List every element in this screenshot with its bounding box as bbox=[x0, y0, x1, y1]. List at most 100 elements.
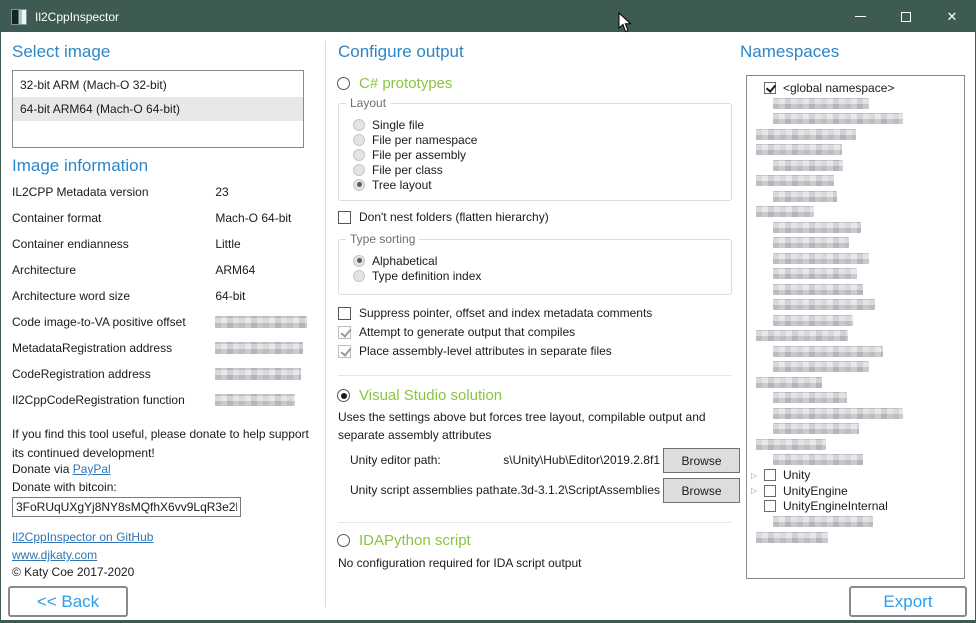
namespace-item[interactable] bbox=[751, 421, 964, 437]
namespace-checkbox[interactable] bbox=[764, 82, 776, 94]
type-sorting-radio[interactable] bbox=[353, 270, 365, 282]
redacted-namespace bbox=[756, 175, 834, 186]
info-label: Il2CppCodeRegistration function bbox=[12, 393, 212, 407]
option-idapython[interactable]: IDAPython script bbox=[337, 532, 471, 549]
layout-option[interactable]: Tree layout bbox=[353, 177, 731, 192]
github-link[interactable]: Il2CppInspector on GitHub bbox=[12, 530, 153, 544]
namespace-item[interactable] bbox=[751, 328, 964, 344]
layout-option[interactable]: Single file bbox=[353, 117, 731, 132]
layout-group-label: Layout bbox=[346, 96, 390, 110]
namespace-item[interactable] bbox=[751, 282, 964, 298]
namespace-checkbox[interactable] bbox=[764, 500, 776, 512]
namespace-item[interactable] bbox=[751, 251, 964, 267]
script-assemblies-browse-button[interactable]: Browse bbox=[663, 478, 740, 503]
type-sorting-options: Alphabetical Type definition index bbox=[339, 240, 731, 283]
namespace-item[interactable] bbox=[751, 359, 964, 375]
namespace-item[interactable] bbox=[751, 189, 964, 205]
app-window: Il2CppInspector Select image 32-bit ARM … bbox=[0, 0, 976, 623]
unity-editor-browse-button[interactable]: Browse bbox=[663, 448, 740, 473]
back-button[interactable]: << Back bbox=[8, 586, 128, 617]
namespace-item[interactable] bbox=[751, 266, 964, 282]
namespace-item[interactable]: UnityEngineInternal bbox=[751, 499, 964, 515]
layout-option-label: Single file bbox=[372, 118, 424, 132]
namespace-item[interactable] bbox=[751, 313, 964, 329]
layout-radio[interactable] bbox=[353, 164, 365, 176]
layout-option[interactable]: File per assembly bbox=[353, 147, 731, 162]
info-value: 64-bit bbox=[215, 289, 245, 303]
namespace-item[interactable] bbox=[751, 530, 964, 546]
maximize-button[interactable] bbox=[883, 1, 929, 32]
image-list[interactable]: 32-bit ARM (Mach-O 32-bit) 64-bit ARM64 … bbox=[12, 70, 304, 148]
layout-radio[interactable] bbox=[353, 119, 365, 131]
csharp-prototypes-radio[interactable] bbox=[337, 77, 350, 90]
namespace-item[interactable] bbox=[751, 437, 964, 453]
option-csharp-prototypes[interactable]: C# prototypes bbox=[337, 75, 452, 92]
flatten-hierarchy-row[interactable]: Don't nest folders (flatten hierarchy) bbox=[338, 210, 549, 224]
namespace-checkbox[interactable] bbox=[764, 469, 776, 481]
export-button[interactable]: Export bbox=[849, 586, 967, 617]
layout-option[interactable]: File per namespace bbox=[353, 132, 731, 147]
paypal-link[interactable]: PayPal bbox=[73, 462, 111, 476]
namespace-item[interactable] bbox=[751, 344, 964, 360]
output-checkbox-row[interactable]: Attempt to generate output that compiles bbox=[338, 325, 652, 339]
minimize-button[interactable] bbox=[837, 1, 883, 32]
namespace-item[interactable] bbox=[751, 375, 964, 391]
info-label: Architecture bbox=[12, 263, 212, 277]
image-list-item[interactable]: 32-bit ARM (Mach-O 32-bit) bbox=[13, 73, 303, 97]
layout-radio[interactable] bbox=[353, 134, 365, 146]
namespace-item[interactable] bbox=[751, 406, 964, 422]
type-sorting-option[interactable]: Alphabetical bbox=[353, 253, 731, 268]
namespace-item[interactable] bbox=[751, 235, 964, 251]
layout-radio[interactable] bbox=[353, 179, 365, 191]
namespace-checkbox[interactable] bbox=[764, 485, 776, 497]
output-checkbox-row[interactable]: Suppress pointer, offset and index metad… bbox=[338, 306, 652, 320]
namespace-item[interactable]: <global namespace> bbox=[751, 80, 964, 96]
namespace-item[interactable] bbox=[751, 220, 964, 236]
namespace-item[interactable] bbox=[751, 158, 964, 174]
redacted-namespace bbox=[773, 516, 873, 527]
namespace-item[interactable] bbox=[751, 96, 964, 112]
namespace-item[interactable]: Unity bbox=[751, 468, 964, 484]
type-sorting-radio[interactable] bbox=[353, 255, 365, 267]
expander-icon[interactable] bbox=[751, 471, 764, 480]
namespace-item[interactable]: UnityEngine bbox=[751, 483, 964, 499]
info-row: MetadataRegistration address bbox=[12, 341, 314, 367]
info-value: Little bbox=[215, 237, 240, 251]
close-button[interactable] bbox=[929, 1, 975, 32]
output-checkbox[interactable] bbox=[338, 326, 351, 339]
output-checkbox-label: Suppress pointer, offset and index metad… bbox=[359, 306, 652, 320]
namespace-item[interactable] bbox=[751, 127, 964, 143]
namespace-item[interactable] bbox=[751, 204, 964, 220]
type-sorting-group-label: Type sorting bbox=[346, 232, 419, 246]
image-list-item[interactable]: 64-bit ARM64 (Mach-O 64-bit) bbox=[13, 97, 303, 121]
info-label: IL2CPP Metadata version bbox=[12, 185, 212, 199]
donation-message: If you find this tool useful, please don… bbox=[12, 425, 320, 462]
namespace-item[interactable] bbox=[751, 297, 964, 313]
redacted-namespace bbox=[773, 361, 869, 372]
namespace-item[interactable] bbox=[751, 142, 964, 158]
output-checkbox[interactable] bbox=[338, 307, 351, 320]
namespace-item[interactable] bbox=[751, 173, 964, 189]
namespace-item[interactable] bbox=[751, 514, 964, 530]
namespace-item[interactable] bbox=[751, 452, 964, 468]
option-visual-studio[interactable]: Visual Studio solution bbox=[337, 387, 502, 404]
namespace-item[interactable] bbox=[751, 111, 964, 127]
website-link[interactable]: www.djkaty.com bbox=[12, 548, 97, 562]
namespaces-list[interactable]: <global namespace> bbox=[746, 75, 965, 579]
namespace-item[interactable] bbox=[751, 390, 964, 406]
redacted-value bbox=[215, 342, 303, 354]
flatten-hierarchy-checkbox[interactable] bbox=[338, 211, 351, 224]
type-sorting-option[interactable]: Type definition index bbox=[353, 268, 731, 283]
info-label: Code image-to-VA positive offset bbox=[12, 315, 212, 329]
redacted-namespace bbox=[773, 222, 861, 233]
idapython-radio[interactable] bbox=[337, 534, 350, 547]
layout-radio[interactable] bbox=[353, 149, 365, 161]
output-checkbox[interactable] bbox=[338, 345, 351, 358]
expander-icon[interactable] bbox=[751, 486, 764, 495]
output-checkbox-row[interactable]: Place assembly-level attributes in separ… bbox=[338, 344, 652, 358]
layout-option-label: Tree layout bbox=[372, 178, 432, 192]
bitcoin-address-input[interactable] bbox=[12, 497, 241, 517]
layout-option[interactable]: File per class bbox=[353, 162, 731, 177]
visual-studio-radio[interactable] bbox=[337, 389, 350, 402]
info-row: IL2CPP Metadata version 23 bbox=[12, 185, 314, 211]
